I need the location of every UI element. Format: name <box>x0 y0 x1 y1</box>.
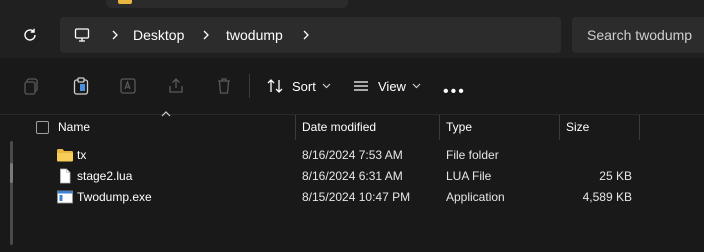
file-date: 8/16/2024 6:31 AM <box>302 169 403 183</box>
paste-icon[interactable] <box>71 76 91 96</box>
file-date: 8/16/2024 7:53 AM <box>302 148 403 162</box>
file-row-tx[interactable]: tx 8/16/2024 7:53 AM File folder <box>24 145 704 166</box>
address-bar-area: Desktop twodump Search twodump <box>0 12 704 58</box>
folder-icon <box>57 149 73 162</box>
scrollbar-track[interactable] <box>10 141 13 245</box>
column-header-name[interactable]: Name <box>58 115 90 140</box>
scrollbar-thumb[interactable] <box>10 163 13 183</box>
column-divider[interactable] <box>439 115 440 140</box>
column-divider[interactable] <box>559 115 560 140</box>
chevron-down-icon <box>322 83 331 89</box>
breadcrumb-twodump[interactable]: twodump <box>226 26 283 44</box>
chevron-right-icon[interactable] <box>299 28 313 42</box>
command-bar: Sort View ••• <box>0 58 704 115</box>
file-size: 4,589 KB <box>582 190 632 204</box>
view-label: View <box>378 78 406 94</box>
file-name: stage2.lua <box>77 169 133 183</box>
address-bar[interactable]: Desktop twodump <box>60 17 561 53</box>
view-button[interactable]: View <box>352 75 421 97</box>
file-size: 25 KB <box>599 169 632 183</box>
column-divider[interactable] <box>295 115 296 140</box>
file-row-stage2-lua[interactable]: stage2.lua 8/16/2024 6:31 AM LUA File 25… <box>24 166 704 187</box>
more-options-button[interactable]: ••• <box>443 83 466 101</box>
active-tab[interactable] <box>106 0 348 8</box>
refresh-button[interactable] <box>16 24 44 46</box>
tab-strip <box>0 0 704 12</box>
rename-icon[interactable] <box>118 76 138 96</box>
breadcrumb-desktop[interactable]: Desktop <box>133 26 184 44</box>
view-icon <box>354 81 368 91</box>
column-header-size[interactable]: Size <box>566 115 589 140</box>
search-input[interactable]: Search twodump <box>587 26 692 44</box>
select-all-checkbox[interactable] <box>36 121 49 134</box>
chevron-down-icon <box>412 83 421 89</box>
file-row-twodump-exe[interactable]: Twodump.exe 8/15/2024 10:47 PM Applicati… <box>24 187 704 208</box>
file-type: Application <box>446 190 505 204</box>
column-header-type[interactable]: Type <box>446 115 472 140</box>
file-name: Twodump.exe <box>77 190 152 204</box>
application-icon <box>57 190 73 204</box>
navigation-pane-edge <box>0 115 24 252</box>
column-header-date-modified[interactable]: Date modified <box>302 115 376 140</box>
file-name: tx <box>77 148 87 162</box>
file-type: File folder <box>446 148 499 162</box>
chevron-right-icon[interactable] <box>108 28 122 42</box>
folder-tab-icon <box>118 0 132 4</box>
column-header-row: Name Date modified Type Size <box>24 111 704 140</box>
toolbar-divider <box>249 74 250 98</box>
this-pc-icon[interactable] <box>74 27 90 43</box>
refresh-icon <box>24 28 36 41</box>
delete-icon[interactable] <box>214 76 234 96</box>
search-box[interactable]: Search twodump <box>572 17 704 53</box>
share-icon[interactable] <box>166 76 186 96</box>
sort-ascending-indicator-icon <box>161 111 171 117</box>
chevron-right-icon[interactable] <box>199 28 213 42</box>
sort-button[interactable]: Sort <box>266 75 331 97</box>
cut-icon[interactable] <box>22 76 42 96</box>
sort-icon <box>267 79 283 93</box>
column-divider[interactable] <box>639 115 640 140</box>
file-date: 8/15/2024 10:47 PM <box>302 190 411 204</box>
sort-label: Sort <box>292 78 316 94</box>
file-icon <box>60 168 71 184</box>
file-type: LUA File <box>446 169 492 183</box>
